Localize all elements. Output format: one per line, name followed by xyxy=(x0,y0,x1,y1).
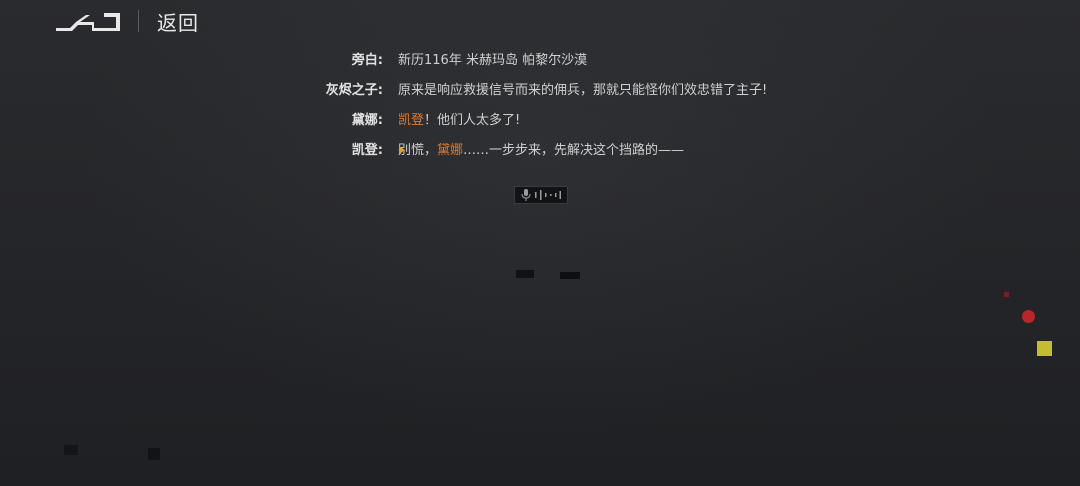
dialogue-text-part: ！他们人太多了! xyxy=(424,113,521,128)
top-navigation: 返回 xyxy=(56,7,199,36)
waveform-icon xyxy=(535,190,561,200)
dialogue-text-part: ……一步步来，先解决这个挡路的—— xyxy=(463,143,685,158)
scene-decor-dark-shape-2 xyxy=(560,272,580,279)
dialogue-line: 灰烬之子: 原来是响应救援信号而来的佣兵，那就只能怪你们效忠错了主子! xyxy=(300,80,770,101)
back-button[interactable]: 返回 xyxy=(157,7,199,36)
scene-decor-dark-shape-1 xyxy=(516,270,534,278)
header-divider xyxy=(138,10,139,32)
scene-decor-bottom-shape-2 xyxy=(148,448,160,460)
back-arrow-logo-icon[interactable] xyxy=(56,9,120,33)
scene-decor-yellow-dot xyxy=(1037,341,1052,356)
scene-decor-red-dot xyxy=(1022,310,1035,323)
microphone-icon xyxy=(521,189,531,201)
speaker-name: 凯登: xyxy=(351,143,383,158)
scene-decor-small-red xyxy=(1004,292,1009,297)
dialogue-log: 旁白: 新历116年 米赫玛岛 帕黎尔沙漠 灰烬之子: 原来是响应救援信号而来的… xyxy=(300,50,770,170)
dialogue-text: 别慌，黛娜……一步步来，先解决这个挡路的—— xyxy=(398,140,770,161)
speaker-name: 灰烬之子: xyxy=(325,83,383,98)
voice-replay-button[interactable] xyxy=(514,186,568,204)
dialogue-line-current: 凯登: 别慌，黛娜……一步步来，先解决这个挡路的—— xyxy=(300,140,770,161)
dialogue-text: 新历116年 米赫玛岛 帕黎尔沙漠 xyxy=(398,53,588,68)
dialogue-line: 旁白: 新历116年 米赫玛岛 帕黎尔沙漠 xyxy=(300,50,770,71)
dialogue-text: 凯登！他们人太多了! xyxy=(398,110,770,131)
speaker-name: 旁白: xyxy=(351,53,383,68)
speaker-name: 黛娜: xyxy=(351,113,383,128)
dialogue-text: 原来是响应救援信号而来的佣兵，那就只能怪你们效忠错了主子! xyxy=(398,83,768,98)
dialogue-line: 黛娜: 凯登！他们人太多了! xyxy=(300,110,770,131)
highlighted-name: 凯登 xyxy=(398,113,425,128)
highlighted-name: 黛娜 xyxy=(437,143,464,158)
scene-decor-bottom-shape xyxy=(64,445,78,455)
current-line-marker-icon xyxy=(399,146,405,154)
